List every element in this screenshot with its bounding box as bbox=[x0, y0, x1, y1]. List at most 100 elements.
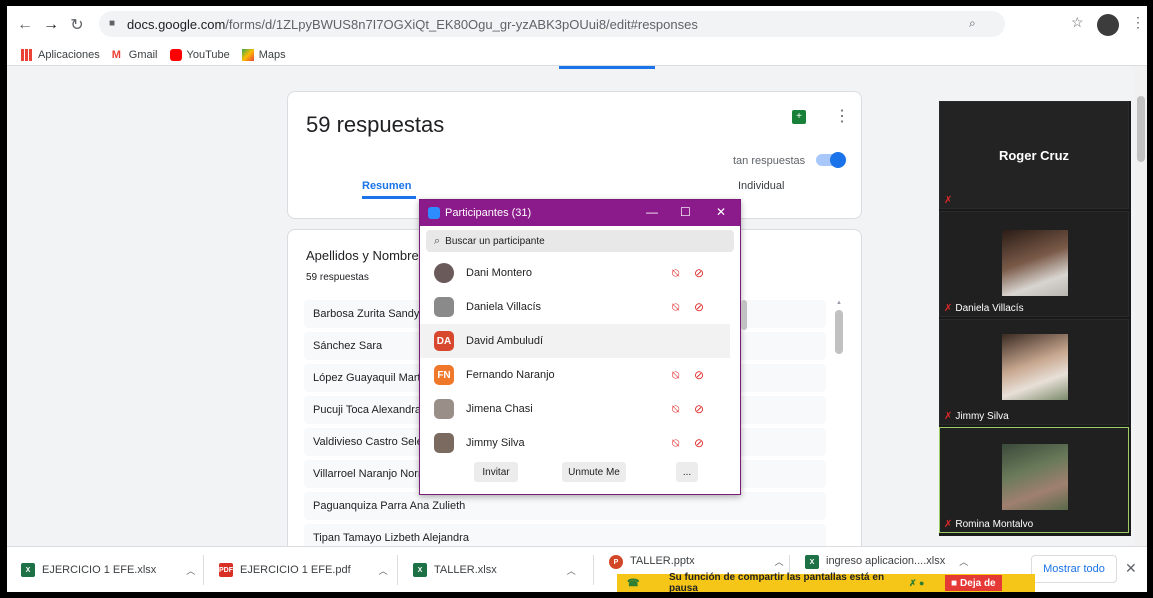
camera-off-icon[interactable]: ⊘ bbox=[694, 402, 704, 416]
camera-off-icon[interactable]: ⊘ bbox=[694, 368, 704, 382]
mic-muted-icon: ✗ bbox=[944, 519, 953, 530]
participants-title: Participantes (31) bbox=[445, 207, 532, 219]
phone-icon[interactable]: ☎ bbox=[627, 578, 657, 589]
participant-row[interactable]: Jimena Chasi ⍉ ⊘ bbox=[420, 392, 730, 426]
download-name: TALLER.pptx bbox=[630, 555, 695, 567]
close-icon[interactable]: ✕ bbox=[716, 205, 726, 219]
participant-list: Dani Montero ⍉ ⊘ Daniela Villacís ⍉ ⊘ DA… bbox=[420, 256, 730, 460]
question-response-count: 59 respuestas bbox=[306, 272, 369, 283]
scroll-up-icon[interactable]: ▲ bbox=[836, 300, 842, 306]
participant-photo bbox=[1002, 444, 1068, 510]
tab-summary[interactable]: Resumen bbox=[362, 180, 412, 192]
participant-row[interactable]: Daniela Villacís ⍉ ⊘ bbox=[420, 290, 730, 324]
download-item[interactable]: X TALLER.xlsx ︿ bbox=[413, 547, 576, 592]
reload-icon[interactable]: ↻ bbox=[65, 13, 89, 37]
bookmark-youtube[interactable]: YouTube bbox=[169, 48, 230, 61]
video-tile[interactable]: ✗ Jimmy Silva bbox=[939, 319, 1129, 425]
participant-row[interactable]: Dani Montero ⍉ ⊘ bbox=[420, 256, 730, 290]
camera-off-icon[interactable]: ⊘ bbox=[694, 436, 704, 450]
mic-muted-icon[interactable]: ⍉ bbox=[672, 266, 679, 281]
tab-individual[interactable]: Individual bbox=[738, 180, 784, 192]
bookmark-label: YouTube bbox=[186, 48, 230, 61]
participant-photo bbox=[1002, 334, 1068, 400]
camera-off-icon[interactable]: ⊘ bbox=[694, 300, 704, 314]
participant-row[interactable]: FN Fernando Naranjo ⍉ ⊘ bbox=[420, 358, 730, 392]
menu-kebab-icon[interactable]: ⋮ bbox=[1131, 14, 1145, 31]
participant-name: Jimmy Silva bbox=[466, 437, 525, 449]
browser-toolbar: ← → ↻ ■ docs.google.com/forms/d/1ZLpyBWU… bbox=[7, 6, 1147, 44]
participant-list-scrollbar[interactable] bbox=[741, 300, 747, 330]
maximize-icon[interactable]: ☐ bbox=[680, 205, 691, 219]
answer-item: Paguanquiza Parra Ana Zulieth bbox=[304, 492, 826, 520]
mic-muted-icon: ✗ bbox=[944, 195, 953, 206]
responses-title: 59 respuestas bbox=[306, 112, 445, 137]
mic-muted-icon[interactable]: ⍉ bbox=[672, 402, 679, 417]
video-tile-speaker[interactable]: Roger Cruz ✗ bbox=[939, 101, 1129, 209]
mic-muted-icon[interactable]: ⍉ bbox=[672, 368, 679, 383]
bookmarks-bar: Aplicaciones M Gmail YouTube Maps bbox=[7, 44, 1147, 66]
question-title: Apellidos y Nombres bbox=[306, 248, 426, 263]
video-tile[interactable]: ✗ Daniela Villacís bbox=[939, 211, 1129, 317]
more-options-icon[interactable]: ⋮ bbox=[834, 106, 850, 126]
search-icon: ⌕ bbox=[434, 234, 441, 247]
chevron-up-icon[interactable]: ︿ bbox=[567, 564, 576, 577]
download-item[interactable]: X EJERCICIO 1 EFE.xlsx ︿ bbox=[21, 547, 195, 592]
participants-titlebar: Participantes (31) — ☐ ✕ bbox=[420, 200, 740, 226]
accepting-responses-toggle[interactable] bbox=[816, 152, 846, 168]
unmute-me-button[interactable]: Unmute Me bbox=[562, 462, 626, 482]
responses-tab-indicator bbox=[559, 66, 655, 69]
participant-search-input[interactable]: ⌕ Buscar un participante bbox=[426, 230, 734, 252]
chevron-up-icon[interactable]: ︿ bbox=[959, 555, 968, 568]
powerpoint-file-icon: P bbox=[609, 555, 623, 569]
forms-page: 59 respuestas + ⋮ tan respuestas Resumen… bbox=[7, 66, 1147, 546]
camera-off-icon[interactable]: ⊘ bbox=[694, 266, 704, 280]
summary-tab-indicator bbox=[362, 196, 416, 199]
stop-square-icon: ■ bbox=[951, 577, 958, 589]
participants-footer: Invitar Unmute Me ... bbox=[420, 458, 740, 488]
download-item[interactable]: PDF EJERCICIO 1 EFE.pdf ︿ bbox=[219, 547, 388, 592]
bookmark-maps[interactable]: Maps bbox=[241, 48, 286, 61]
participant-row[interactable]: Jimmy Silva ⍉ ⊘ bbox=[420, 426, 730, 460]
participant-row[interactable]: DA David Ambuludí bbox=[420, 324, 730, 358]
forward-icon[interactable]: → bbox=[39, 13, 63, 37]
minimize-icon[interactable]: — bbox=[646, 205, 658, 219]
bookmark-apps[interactable]: Aplicaciones bbox=[21, 48, 100, 61]
participant-name: Jimena Chasi bbox=[466, 403, 533, 415]
answer-list-scrollbar[interactable]: ▲ bbox=[833, 300, 845, 546]
avatar: DA bbox=[434, 331, 454, 351]
page-scrollbar[interactable] bbox=[1135, 66, 1147, 546]
mic-muted-icon[interactable]: ⍉ bbox=[672, 300, 679, 315]
divider bbox=[203, 555, 204, 585]
address-bar[interactable]: ■ docs.google.com/forms/d/1ZLpyBWUS8n7I7… bbox=[99, 11, 1005, 37]
chevron-up-icon[interactable]: ︿ bbox=[379, 564, 388, 577]
invite-button[interactable]: Invitar bbox=[474, 462, 518, 482]
url-host: docs.google.com bbox=[127, 16, 226, 32]
tile-name: ✗ Daniela Villacís bbox=[944, 303, 1024, 314]
chevron-up-icon[interactable]: ︿ bbox=[186, 564, 195, 577]
answer-item: Tipan Tamayo Lizbeth Alejandra bbox=[304, 524, 826, 546]
avatar bbox=[434, 433, 454, 453]
participant-name: Fernando Naranjo bbox=[466, 369, 555, 381]
show-all-button[interactable]: Mostrar todo bbox=[1031, 555, 1117, 583]
page-scrollbar-thumb[interactable] bbox=[1137, 96, 1145, 162]
avatar bbox=[434, 399, 454, 419]
scrollbar-thumb[interactable] bbox=[835, 310, 843, 354]
back-icon[interactable]: ← bbox=[13, 13, 37, 37]
video-tile-active[interactable]: ✗ Romina Montalvo bbox=[939, 427, 1129, 533]
chevron-up-icon[interactable]: ︿ bbox=[775, 555, 784, 568]
zoom-icon[interactable]: ⌕ bbox=[969, 16, 976, 31]
mic-muted-icon[interactable]: ⍉ bbox=[672, 436, 679, 451]
star-icon[interactable]: ☆ bbox=[1071, 14, 1084, 31]
url-path: /forms/d/1ZLpyBWUS8n7I7OGXiQt_EK80Ogu_gr… bbox=[225, 16, 698, 32]
mic-icon[interactable]: ✗ ● bbox=[909, 578, 939, 589]
stop-share-button[interactable]: ■ Deja de bbox=[945, 575, 1002, 591]
lock-icon: ■ bbox=[109, 18, 116, 29]
sheets-icon[interactable]: + bbox=[792, 110, 806, 124]
profile-avatar[interactable] bbox=[1097, 14, 1119, 36]
participant-name: Dani Montero bbox=[466, 267, 533, 279]
more-button[interactable]: ... bbox=[676, 462, 698, 482]
avatar bbox=[434, 297, 454, 317]
bookmark-gmail[interactable]: M Gmail bbox=[112, 49, 158, 61]
mic-muted-icon: ✗ bbox=[944, 303, 953, 314]
close-downloads-icon[interactable]: ✕ bbox=[1125, 560, 1137, 577]
